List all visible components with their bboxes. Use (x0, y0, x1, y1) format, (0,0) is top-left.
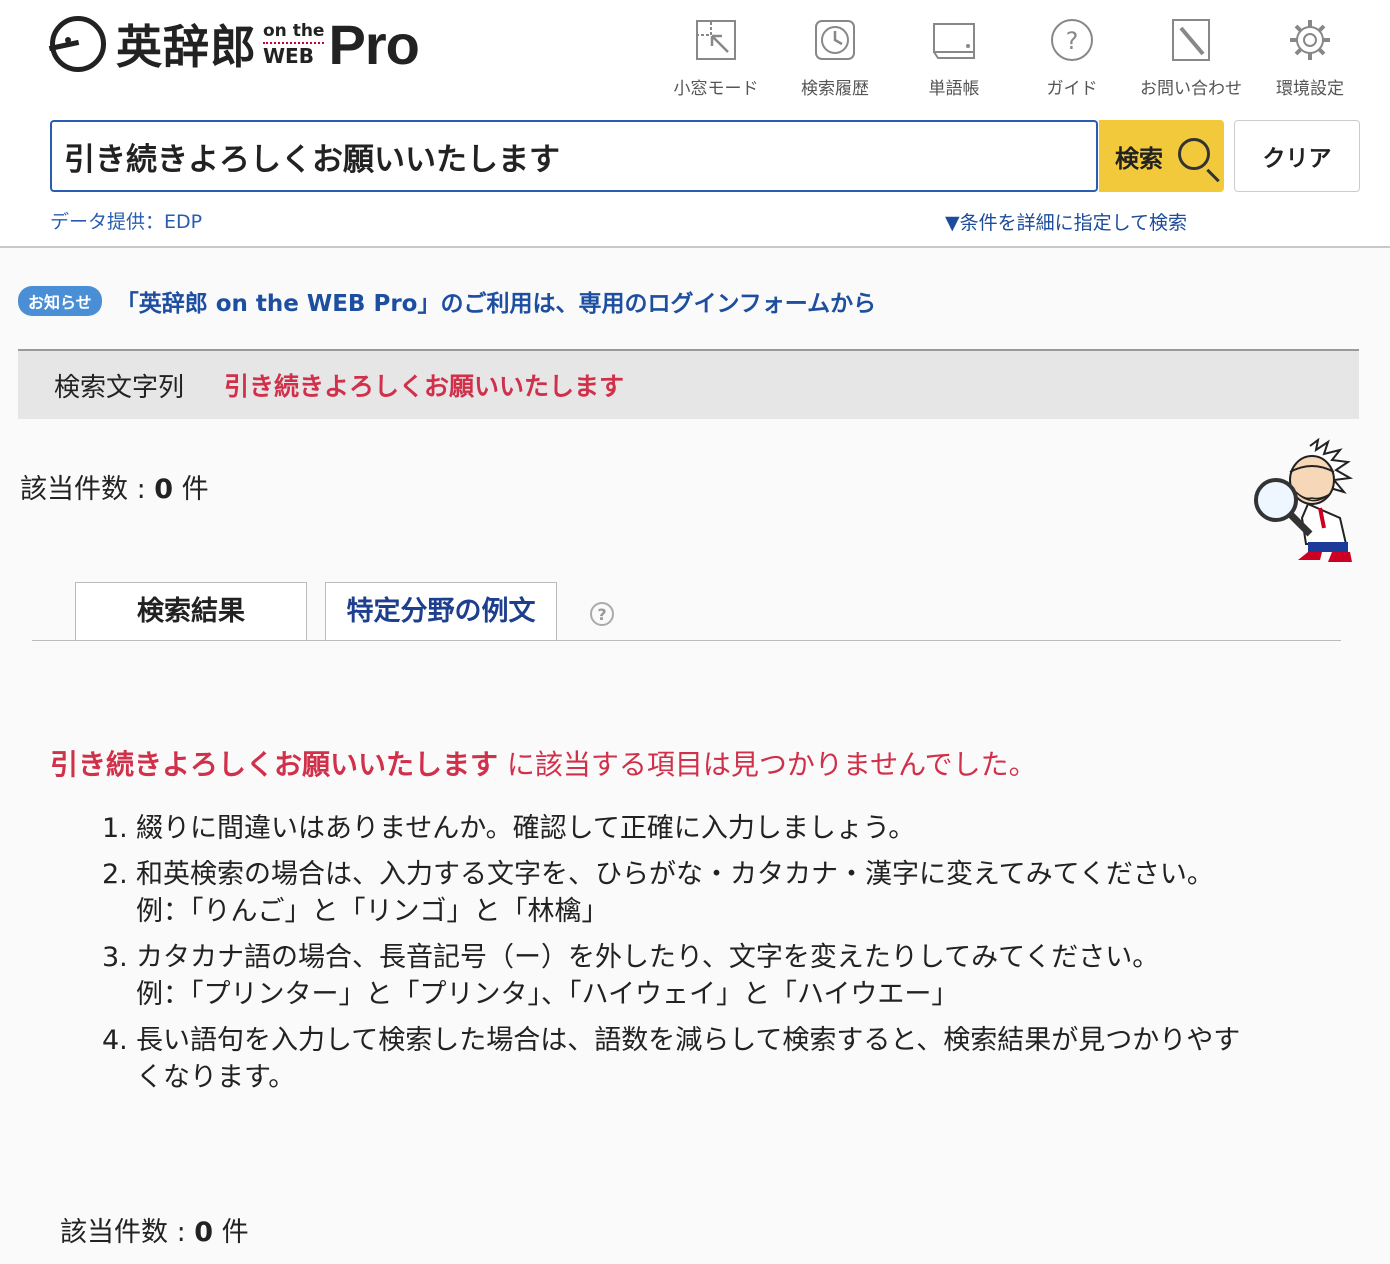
toolbar-label: 小窓モード (673, 79, 759, 99)
tip-item: 3. カタカナ語の場合、長音記号（ー）を外したり、文字を変えたりしてみてください… (100, 939, 1330, 1013)
no-result-text: に該当する項目は見つかりませんでした。 (498, 748, 1037, 781)
search-button-label: 検索 (1115, 144, 1163, 173)
clock-icon (813, 18, 857, 62)
tip-item: 4. 長い語句を入力して検索した場合は、語数を減らして検索すると、検索結果が見つ… (100, 1022, 1330, 1096)
toolbar-label: 環境設定 (1276, 79, 1344, 99)
pen-icon (1169, 18, 1213, 62)
no-result-message: 引き続きよろしくお願いいたします に該当する項目は見つかりませんでした。 (50, 743, 1037, 783)
notice-badge: お知らせ (18, 286, 102, 316)
hit-count-bottom: 該当件数 : 0 件 (60, 1210, 249, 1249)
tip-number: 1. (102, 813, 128, 844)
logo[interactable]: 英辞郎 on the WEB Pro (50, 12, 420, 76)
hit-count-label: 該当件数 : (20, 474, 155, 505)
search-button[interactable]: 検索 (1099, 120, 1224, 192)
toolbar-history[interactable]: 検索履歴 (780, 18, 890, 99)
clear-button[interactable]: クリア (1234, 120, 1360, 192)
toolbar-label: 単語帳 (928, 79, 980, 99)
query-value: 引き続きよろしくお願いいたします (224, 372, 625, 401)
toolbar-wordbook[interactable]: 単語帳 (899, 18, 1009, 99)
tab-search-results[interactable]: 検索結果 (75, 582, 307, 641)
toolbar-guide[interactable]: ? ガイド (1017, 18, 1127, 99)
hit-count-number: 0 (154, 474, 174, 505)
tab-field-examples[interactable]: 特定分野の例文 (325, 582, 557, 641)
tips-list: 1. 綴りに間違いはありませんか。確認して正確に入力しましょう。 2. 和英検索… (100, 810, 1330, 1105)
notice-link[interactable]: 「英辞郎 on the WEB Pro」のご利用は、専用のログインフォームから (116, 284, 876, 318)
tip-number: 4. (102, 1025, 128, 1056)
tip-text: 綴りに間違いはありませんか。確認して正確に入力しましょう。 (136, 813, 916, 844)
tip-example: 例：「りんご」と「リンゴ」と「林檎」 (136, 896, 609, 927)
hit-count-unit: 件 (173, 474, 209, 505)
toolbar-small-window[interactable]: 小窓モード (661, 18, 771, 99)
hit-count-unit: 件 (213, 1217, 249, 1248)
svg-text:?: ? (1066, 27, 1079, 55)
question-icon: ? (1050, 18, 1094, 62)
hit-count-top: 該当件数 : 0 件 (20, 467, 209, 506)
advanced-search-link[interactable]: ▼条件を詳細に指定して検索 (945, 208, 1187, 235)
tip-text: カタカナ語の場合、長音記号（ー）を外したり、文字を変えたりしてみてください。 (136, 942, 1160, 973)
toolbar-settings[interactable]: 環境設定 (1255, 18, 1365, 99)
toolbar-label: ガイド (1046, 79, 1098, 99)
search-input[interactable] (50, 120, 1098, 192)
toolbar-label: 検索履歴 (801, 79, 869, 99)
toolbar-contact[interactable]: お問い合わせ (1136, 18, 1246, 99)
query-bar: 検索文字列 引き続きよろしくお願いいたします (18, 349, 1359, 419)
search-icon (1178, 138, 1210, 170)
logo-kanji: 英辞郎 (116, 20, 257, 74)
no-result-query: 引き続きよろしくお願いいたします (50, 748, 499, 781)
tip-number: 2. (102, 859, 128, 890)
small-window-icon (694, 18, 738, 62)
logo-face-icon (50, 16, 106, 72)
tip-text: 長い語句を入力して検索した場合は、語数を減らして検索すると、検索結果が見つかりや… (136, 1025, 1241, 1056)
hit-count-number: 0 (194, 1217, 214, 1248)
data-credit: データ提供：EDP (50, 211, 203, 233)
logo-pro: Pro (328, 12, 419, 76)
tip-text: 和英検索の場合は、入力する文字を、ひらがな・カタカナ・漢字に変えてみてください。 (136, 859, 1214, 890)
gear-icon (1288, 18, 1332, 62)
tip-number: 3. (102, 942, 128, 973)
hit-count-label: 該当件数 : (60, 1217, 195, 1248)
logo-web: WEB (263, 43, 314, 68)
tip-item: 2. 和英検索の場合は、入力する文字を、ひらがな・カタカナ・漢字に変えてみてくだ… (100, 856, 1330, 930)
tip-example: 例：「プリンター」と「プリンタ」、「ハイウェイ」と「ハイウエー」 (136, 979, 959, 1010)
logo-on-the: on the (263, 22, 325, 44)
tip-item: 1. 綴りに間違いはありませんか。確認して正確に入力しましょう。 (100, 810, 1330, 847)
header: 英辞郎 on the WEB Pro 小窓モード 検索履歴 単語帳 ? ガイド … (0, 0, 1390, 248)
mascot-professor-icon (1250, 437, 1362, 566)
query-label: 検索文字列 (54, 372, 185, 403)
tab-divider (32, 640, 1341, 641)
tip-text-continued: くなります。 (136, 1062, 296, 1093)
toolbar-label: お問い合わせ (1140, 79, 1242, 99)
notebook-icon (932, 18, 976, 62)
notice: お知らせ 「英辞郎 on the WEB Pro」のご利用は、専用のログインフォ… (18, 284, 876, 318)
help-icon[interactable]: ? (590, 602, 614, 626)
